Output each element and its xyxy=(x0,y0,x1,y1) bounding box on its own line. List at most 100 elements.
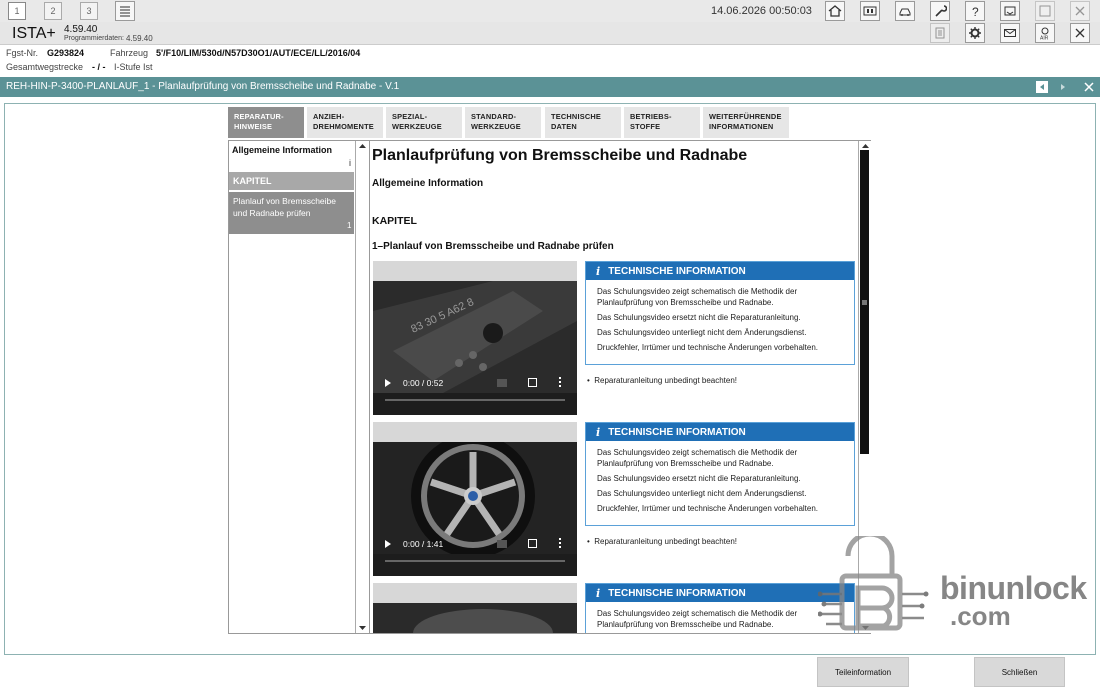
training-video-1[interactable]: 83 30 5 A62 8 0:00 / 0:52 xyxy=(373,261,577,415)
tab-label: BETRIEBS- xyxy=(630,112,672,121)
content-allgemein-heading: Allgemeine Information xyxy=(372,178,484,189)
video-time: 0:00 / 0:52 xyxy=(403,378,444,388)
fahrzeug-value: 5'/F10/LIM/530d/N57D30O1/AUT/ECE/LL/2016… xyxy=(156,48,361,58)
volume-icon[interactable] xyxy=(497,379,507,387)
tab-label: DREHMOMENTE xyxy=(313,122,374,131)
video-top-band xyxy=(373,422,577,442)
more-options-icon[interactable] xyxy=(559,538,561,548)
info-line: Das Schulungsvideo zeigt schematisch die… xyxy=(597,609,798,629)
close-icon xyxy=(1075,6,1085,16)
service-button[interactable] xyxy=(930,1,950,21)
scroll-up-icon[interactable] xyxy=(862,143,869,149)
watermark-domain: .com xyxy=(950,601,1011,631)
gesamt-value: - / - xyxy=(92,62,106,72)
gear-icon xyxy=(969,27,981,39)
tab-reparaturhinweise[interactable]: REPARATUR- HINWEISE xyxy=(228,107,304,138)
window-tab-2[interactable]: 2 xyxy=(44,2,62,20)
window-tab-3[interactable]: 3 xyxy=(80,2,98,20)
mail-button[interactable] xyxy=(1000,23,1020,43)
wrench-icon xyxy=(935,5,947,17)
minimize-button[interactable] xyxy=(1000,1,1020,21)
tab-label: SPEZIAL- xyxy=(392,112,428,121)
fullscreen-icon[interactable] xyxy=(528,378,537,387)
print-button[interactable] xyxy=(930,23,950,43)
svg-text:AIR: AIR xyxy=(1040,36,1049,41)
info-header: i TECHNISCHE INFORMATION xyxy=(586,262,854,280)
info-heading: TECHNISCHE INFORMATION xyxy=(608,265,746,277)
schliessen-button[interactable]: Schließen xyxy=(974,657,1065,687)
brake-thumbnail xyxy=(373,603,577,633)
tab-weiterfuehrende-informationen[interactable]: WEITERFÜHRENDE INFORMATIONEN xyxy=(703,107,789,138)
list-icon xyxy=(120,6,130,17)
istufe-label: I-Stufe Ist xyxy=(114,62,153,72)
mail-icon xyxy=(1004,29,1016,37)
document-title: REH-HIN-P-3400-PLANLAUF_1 - Planlaufprüf… xyxy=(6,81,400,92)
tab-betriebsstoffe[interactable]: BETRIEBS- STOFFE xyxy=(624,107,700,138)
print-icon xyxy=(935,27,945,39)
tab-label: WEITERFÜHRENDE xyxy=(709,112,782,121)
arrow-left-icon xyxy=(1036,81,1048,93)
help-button[interactable]: ? xyxy=(965,1,985,21)
play-icon[interactable] xyxy=(385,540,391,548)
list-view-button[interactable] xyxy=(115,1,135,21)
home-button[interactable] xyxy=(825,1,845,21)
tab-label: DATEN xyxy=(551,122,577,131)
nav-item-planlauf[interactable]: Planlauf von Bremsscheibe und Radnabe pr… xyxy=(229,192,354,234)
tab-label: WERKZEUGE xyxy=(471,122,521,131)
tab-label: INFORMATIONEN xyxy=(709,122,774,131)
play-icon[interactable] xyxy=(385,379,391,387)
info-icon: i xyxy=(596,586,601,600)
video-top-band xyxy=(373,583,577,603)
bullet-text: Reparaturanleitung unbedingt beachten! xyxy=(594,537,738,546)
technical-info-box-3: i TECHNISCHE INFORMATION Das Schulungsvi… xyxy=(585,583,855,633)
settings-button[interactable] xyxy=(965,23,985,43)
info-line: Das Schulungsvideo ersetzt nicht die Rep… xyxy=(597,313,801,322)
fullscreen-icon[interactable] xyxy=(528,539,537,548)
tab-spezialwerkzeuge[interactable]: SPEZIAL- WERKZEUGE xyxy=(386,107,462,138)
window-tab-1[interactable]: 1 xyxy=(8,2,26,20)
training-video-3[interactable] xyxy=(373,583,577,633)
volume-icon[interactable] xyxy=(497,540,507,548)
training-video-2[interactable]: 0:00 / 1:41 xyxy=(373,422,577,576)
maximize-button[interactable] xyxy=(1035,1,1055,21)
nav-scrollbar[interactable] xyxy=(355,141,369,633)
app-bar: ISTA+ 4.59.40 Programmierdaten: 4.59.40 … xyxy=(0,22,1100,45)
air-icon: AIR xyxy=(1040,27,1049,41)
nav-forward-button[interactable] xyxy=(1057,81,1069,93)
info-header: i TECHNISCHE INFORMATION xyxy=(586,423,854,441)
maximize-icon xyxy=(1039,5,1051,17)
tab-standardwerkzeuge[interactable]: STANDARD- WERKZEUGE xyxy=(465,107,541,138)
info-heading: TECHNISCHE INFORMATION xyxy=(608,426,746,438)
car-button[interactable] xyxy=(895,1,915,21)
close-document-button[interactable] xyxy=(1083,81,1095,93)
gesamt-label: Gesamtwegstrecke xyxy=(6,62,84,72)
nav-item-allgemein[interactable]: Allgemeine Information xyxy=(232,145,332,155)
scroll-down-icon[interactable] xyxy=(359,625,366,631)
content-scrollbar-thumb[interactable] xyxy=(860,150,869,454)
nav-back-button[interactable] xyxy=(1036,81,1048,93)
close-window-button[interactable] xyxy=(1070,1,1090,21)
tab-anziehdrehmomente[interactable]: ANZIEH- DREHMOMENTE xyxy=(307,107,383,138)
air-button[interactable]: AIR xyxy=(1035,23,1055,43)
app-name: ISTA+ xyxy=(12,25,56,42)
help-icon: ? xyxy=(972,5,979,18)
tab-label: ANZIEH- xyxy=(313,112,345,121)
tab-label: HINWEISE xyxy=(234,122,273,131)
info-icon: i xyxy=(596,425,601,439)
vehicle-info-button[interactable] xyxy=(860,1,880,21)
tab-label: REPARATUR- xyxy=(234,112,284,121)
nav-item-number: 1 xyxy=(347,221,352,230)
brake-tool-thumbnail: 83 30 5 A62 8 xyxy=(373,281,577,393)
more-options-icon[interactable] xyxy=(559,377,561,387)
video-progress-bar[interactable] xyxy=(385,399,565,401)
video-progress-bar[interactable] xyxy=(385,560,565,562)
info-line: Das Schulungsvideo zeigt schematisch die… xyxy=(597,448,798,468)
teileinformation-button[interactable]: Teileinformation xyxy=(817,657,909,687)
car-icon xyxy=(899,8,911,16)
scroll-up-icon[interactable] xyxy=(359,143,366,149)
technical-info-box-2: i TECHNISCHE INFORMATION Das Schulungsvi… xyxy=(585,422,855,526)
close-session-button[interactable] xyxy=(1070,23,1090,43)
tab-technische-daten[interactable]: TECHNISCHE DATEN xyxy=(545,107,621,138)
progdata-label: Programmierdaten: xyxy=(64,35,124,42)
info-line: Druckfehler, Irrtümer und technische Änd… xyxy=(597,343,819,352)
